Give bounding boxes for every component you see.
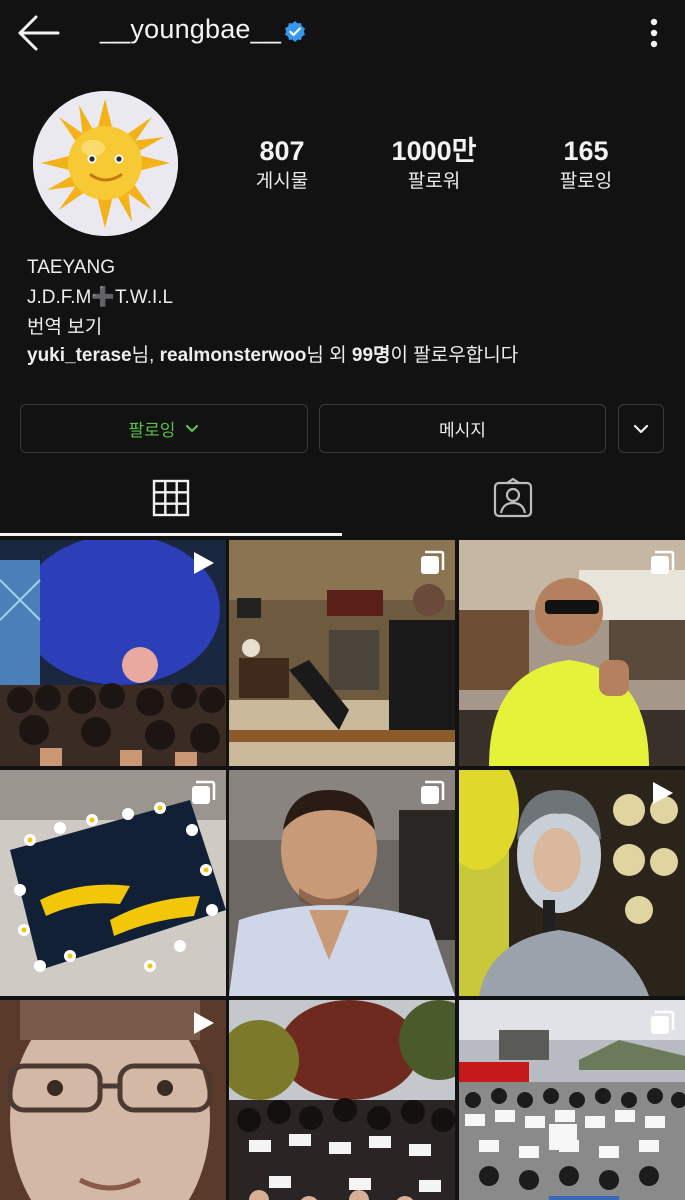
- active-tab-indicator: [0, 533, 342, 536]
- post-tile[interactable]: [459, 770, 685, 996]
- play-icon: [190, 1010, 216, 1036]
- post-tile[interactable]: [229, 770, 455, 996]
- chevron-down-icon: [633, 424, 649, 434]
- stat-posts-label: 게시물: [255, 171, 309, 192]
- profile-avatar[interactable]: [33, 91, 178, 236]
- post-tile[interactable]: [0, 1000, 226, 1200]
- profile-tabs: [0, 466, 685, 536]
- profile-name: TAEYANG: [27, 257, 115, 278]
- followed-by-user-1[interactable]: yuki_terase: [27, 345, 132, 366]
- grid-icon: [152, 479, 190, 522]
- play-icon: [649, 780, 675, 806]
- tab-tagged[interactable]: [342, 466, 684, 534]
- post-tile[interactable]: [229, 1000, 455, 1200]
- carousel-icon: [419, 550, 445, 576]
- carousel-icon: [649, 1010, 675, 1036]
- stat-posts-count: 807: [259, 136, 305, 166]
- stat-followers-count: 1000만: [391, 136, 477, 166]
- followed-by-sep-1: 님,: [131, 345, 160, 366]
- post-tile[interactable]: [0, 540, 226, 766]
- stat-followers-label: 팔로워: [407, 171, 461, 192]
- stat-following-label: 팔로잉: [559, 171, 613, 192]
- followed-by-tail: 이 팔로우합니다: [390, 345, 519, 366]
- carousel-icon: [190, 780, 216, 806]
- post-tile[interactable]: [0, 770, 226, 996]
- posts-grid: [0, 540, 685, 1200]
- stat-following-count: 165: [563, 136, 609, 166]
- top-bar: __youngbae__: [0, 0, 685, 68]
- followed-by-count: 99명: [351, 345, 391, 366]
- more-options-icon[interactable]: [640, 14, 668, 52]
- translate-link[interactable]: 번역 보기: [27, 312, 102, 339]
- following-button[interactable]: 팔로잉: [20, 404, 308, 453]
- post-tile[interactable]: [459, 540, 685, 766]
- verified-badge-icon: [283, 20, 307, 44]
- message-button-label: 메시지: [439, 421, 486, 440]
- followed-by-text[interactable]: yuki_terase님, realmonsterwoo님 외 99명이 팔로우…: [27, 340, 518, 367]
- back-arrow-icon[interactable]: [14, 12, 62, 54]
- play-icon: [190, 550, 216, 576]
- tab-grid[interactable]: [0, 466, 342, 534]
- stat-following[interactable]: 165 팔로잉: [526, 136, 646, 196]
- post-tile[interactable]: [229, 540, 455, 766]
- profile-username: __youngbae__: [100, 14, 282, 44]
- following-button-label: 팔로잉: [128, 421, 176, 440]
- tagged-person-icon: [493, 477, 533, 523]
- suggested-accounts-button[interactable]: [618, 404, 664, 453]
- profile-bio: J.D.F.M➕T.W.I.L: [27, 287, 174, 308]
- carousel-icon: [419, 780, 445, 806]
- message-button[interactable]: 메시지: [319, 404, 606, 453]
- post-tile[interactable]: [459, 1000, 685, 1200]
- stat-followers[interactable]: 1000만 팔로워: [374, 136, 494, 196]
- chevron-down-icon: [185, 424, 199, 434]
- followed-by-user-2[interactable]: realmonsterwoo: [160, 345, 307, 366]
- carousel-icon: [649, 550, 675, 576]
- stat-posts[interactable]: 807 게시물: [222, 136, 342, 196]
- followed-by-sep-2: 님 외: [306, 345, 352, 366]
